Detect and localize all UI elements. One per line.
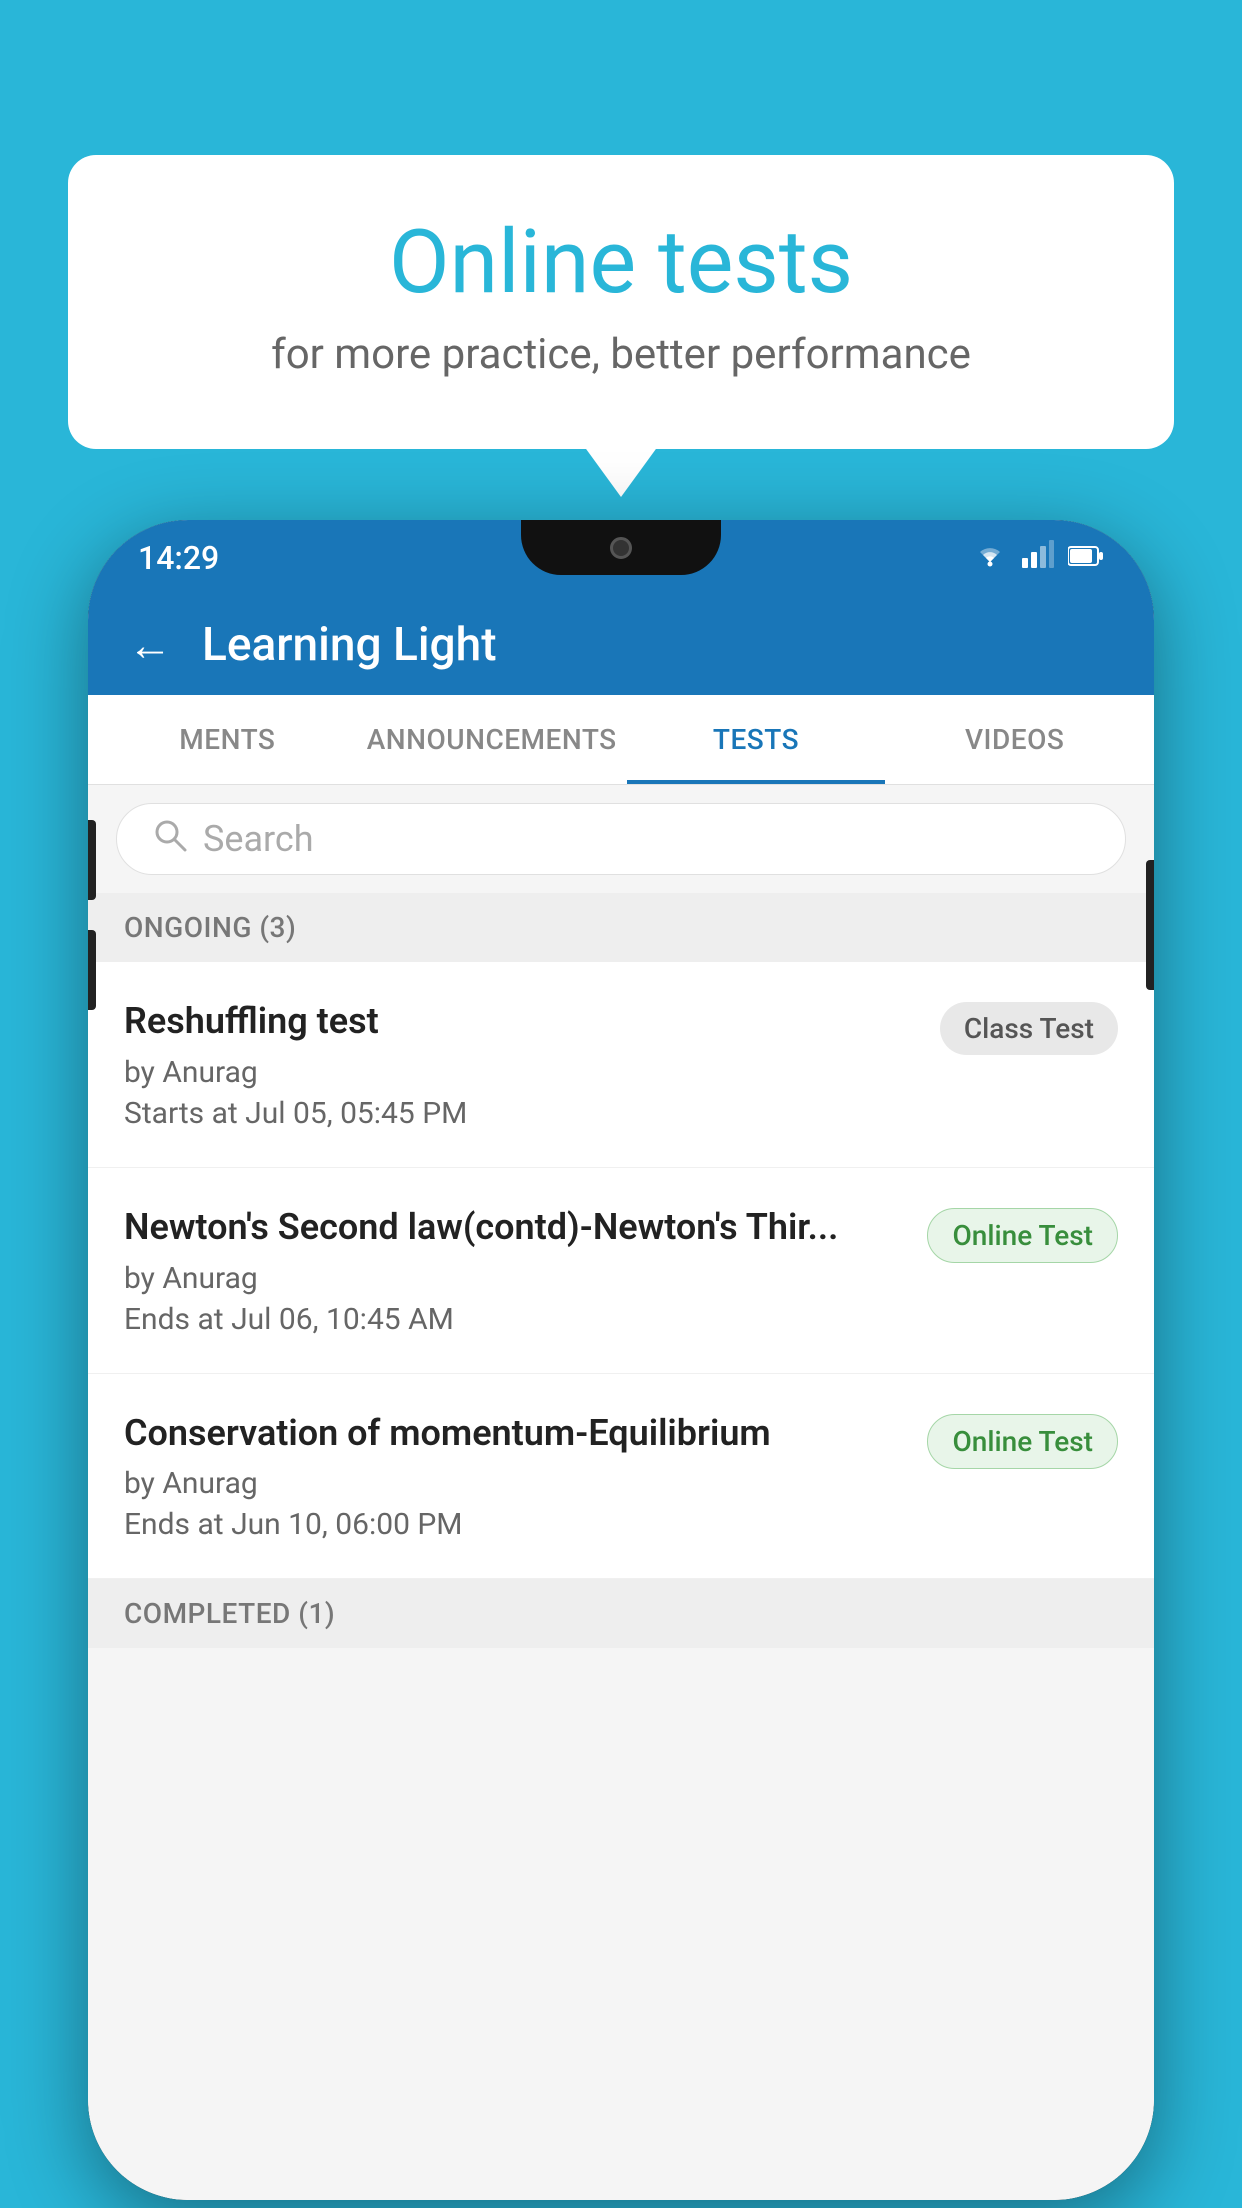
status-time: 14:29 — [138, 539, 219, 577]
completed-section-header: COMPLETED (1) — [88, 1579, 1154, 1648]
phone-content: Search ONGOING (3) Reshuffling test by A… — [88, 785, 1154, 2200]
test-info-3: Conservation of momentum-Equilibrium by … — [124, 1410, 907, 1543]
bubble-title: Online tests — [148, 215, 1094, 312]
test-badge-1: Class Test — [940, 1002, 1118, 1055]
bubble-subtitle: for more practice, better performance — [148, 330, 1094, 379]
test-badge-3: Online Test — [927, 1414, 1118, 1469]
test-author-2: by Anurag — [124, 1261, 907, 1296]
test-item-1[interactable]: Reshuffling test by Anurag Starts at Jul… — [88, 962, 1154, 1168]
speech-bubble: Online tests for more practice, better p… — [68, 155, 1174, 449]
test-name-3: Conservation of momentum-Equilibrium — [124, 1410, 907, 1457]
phone-frame: 14:29 — [88, 520, 1154, 2200]
search-icon — [153, 818, 187, 861]
battery-icon — [1068, 541, 1104, 574]
test-info-1: Reshuffling test by Anurag Starts at Jul… — [124, 998, 920, 1131]
tests-list: Reshuffling test by Anurag Starts at Jul… — [88, 962, 1154, 1648]
test-name-1: Reshuffling test — [124, 998, 920, 1045]
app-title: Learning Light — [202, 618, 497, 672]
test-author-3: by Anurag — [124, 1466, 907, 1501]
tab-tests[interactable]: TESTS — [627, 695, 886, 784]
side-buttons-left — [88, 820, 96, 1010]
side-button-volume-up — [88, 820, 96, 900]
ongoing-section-header: ONGOING (3) — [88, 893, 1154, 962]
app-header: ← Learning Light — [88, 595, 1154, 695]
ongoing-label: ONGOING (3) — [124, 911, 296, 944]
side-button-power — [1146, 860, 1154, 990]
tab-videos[interactable]: VIDEOS — [885, 695, 1144, 784]
test-badge-2: Online Test — [927, 1208, 1118, 1263]
search-placeholder: Search — [203, 818, 314, 860]
search-bar[interactable]: Search — [116, 803, 1126, 875]
search-container: Search — [88, 785, 1154, 893]
status-bar: 14:29 — [88, 520, 1154, 595]
status-icons — [972, 540, 1104, 575]
completed-label: COMPLETED (1) — [124, 1597, 335, 1630]
test-time-3: Ends at Jun 10, 06:00 PM — [124, 1507, 907, 1542]
side-buttons-right — [1146, 860, 1154, 990]
test-item-2[interactable]: Newton's Second law(contd)-Newton's Thir… — [88, 1168, 1154, 1374]
test-time-2: Ends at Jul 06, 10:45 AM — [124, 1302, 907, 1337]
signal-icon — [1022, 540, 1054, 575]
notch-camera — [610, 537, 632, 559]
speech-bubble-wrapper: Online tests for more practice, better p… — [68, 155, 1174, 449]
test-name-2: Newton's Second law(contd)-Newton's Thir… — [124, 1204, 907, 1251]
test-item-3[interactable]: Conservation of momentum-Equilibrium by … — [88, 1374, 1154, 1580]
phone-notch — [521, 520, 721, 575]
tab-announcements[interactable]: ANNOUNCEMENTS — [357, 695, 627, 784]
tab-ments[interactable]: MENTS — [98, 695, 357, 784]
phone-inner: 14:29 — [88, 520, 1154, 2200]
back-button[interactable]: ← — [128, 619, 172, 671]
test-time-1: Starts at Jul 05, 05:45 PM — [124, 1096, 920, 1131]
side-button-volume-down — [88, 930, 96, 1010]
test-info-2: Newton's Second law(contd)-Newton's Thir… — [124, 1204, 907, 1337]
wifi-icon — [972, 540, 1008, 575]
test-author-1: by Anurag — [124, 1055, 920, 1090]
tabs-bar: MENTS ANNOUNCEMENTS TESTS VIDEOS — [88, 695, 1154, 785]
